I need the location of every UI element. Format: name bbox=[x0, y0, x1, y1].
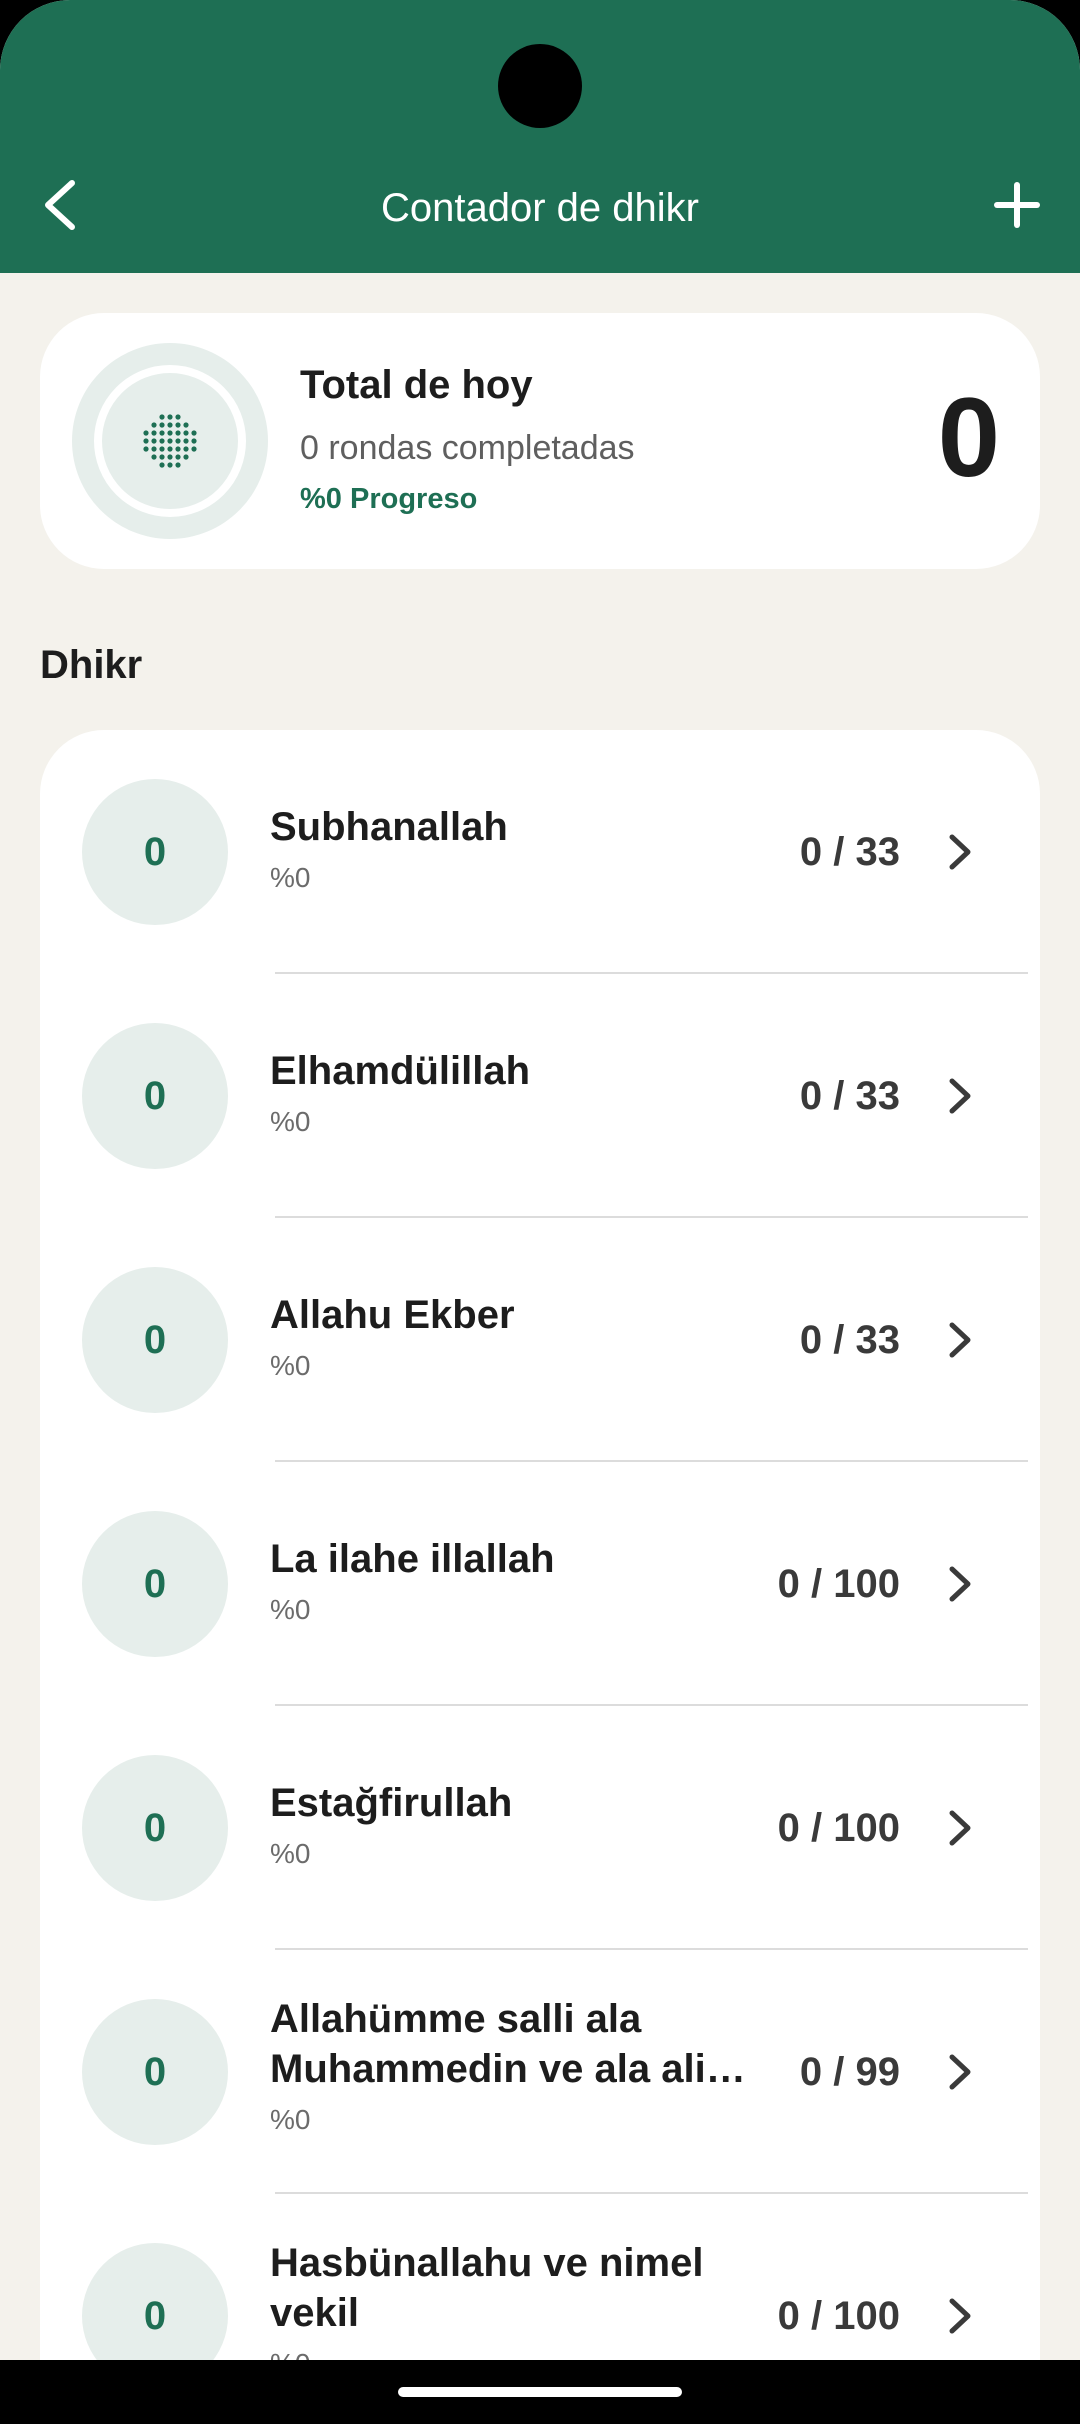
chevron-right-icon bbox=[940, 1564, 980, 1604]
section-label: Dhikr bbox=[40, 643, 143, 687]
row-text: Elhamdülillah %0 bbox=[270, 1046, 790, 1140]
count-badge: 0 bbox=[82, 1999, 228, 2145]
dhikr-percent: %0 bbox=[270, 1594, 311, 1625]
dhikr-percent: %0 bbox=[270, 1838, 311, 1869]
plus-icon bbox=[994, 182, 1040, 228]
dhikr-progress: 0 / 100 bbox=[777, 1562, 900, 1606]
dhikr-row[interactable]: 0 Subhanallah %0 0 / 33 bbox=[40, 730, 1040, 974]
back-button[interactable] bbox=[30, 170, 90, 240]
add-dhikr-button[interactable] bbox=[985, 170, 1049, 240]
summary-progress: %0 Progreso bbox=[300, 483, 478, 515]
progress-ring bbox=[72, 343, 268, 539]
home-indicator[interactable] bbox=[398, 2387, 682, 2397]
dhikr-name: Subhanallah bbox=[270, 805, 508, 849]
page-title: Contador de dhikr bbox=[381, 186, 699, 230]
count-badge: 0 bbox=[82, 1267, 228, 1413]
row-text: La ilahe illallah %0 bbox=[270, 1534, 790, 1628]
dhikr-percent: %0 bbox=[270, 2104, 311, 2135]
row-text: Hasbünallahu ve nimel vekil %0 bbox=[270, 2238, 790, 2360]
row-text: Subhanallah %0 bbox=[270, 802, 790, 896]
chevron-right-icon bbox=[940, 1808, 980, 1848]
summary-rounds: 0 rondas completadas bbox=[300, 429, 635, 467]
dhikr-name: Estağfirullah bbox=[270, 1781, 513, 1825]
dhikr-name: Hasbünallahu ve nimel vekil bbox=[270, 2241, 704, 2335]
dhikr-progress: 0 / 33 bbox=[799, 1074, 900, 1118]
dhikr-percent: %0 bbox=[270, 2346, 790, 2360]
dhikr-progress: 0 / 33 bbox=[799, 1318, 900, 1362]
screen: Contador de dhikr Total de hoy 0 rondas … bbox=[0, 0, 1080, 2360]
camera-cutout bbox=[498, 44, 582, 128]
chevron-right-icon bbox=[940, 1320, 980, 1360]
dhikr-row[interactable]: 0 Allahu Ekber %0 0 / 33 bbox=[40, 1218, 1040, 1462]
summary-total: 0 bbox=[937, 375, 1000, 500]
row-text: Allahümme salli ala Muhammedin ve ala al… bbox=[270, 1994, 790, 2138]
count-badge: 0 bbox=[82, 779, 228, 925]
dhikr-name: Elhamdülillah bbox=[270, 1049, 531, 1093]
app-bar: Contador de dhikr bbox=[0, 0, 1080, 273]
row-text: Estağfirullah %0 bbox=[270, 1778, 790, 1872]
dhikr-row[interactable]: 0 Hasbünallahu ve nimel vekil %0 0 / 100 bbox=[40, 2194, 1040, 2360]
row-text: Allahu Ekber %0 bbox=[270, 1290, 790, 1384]
dhikr-percent: %0 bbox=[270, 1106, 311, 1137]
chevron-right-icon bbox=[940, 832, 980, 872]
count-badge: 0 bbox=[82, 1023, 228, 1169]
chevron-right-icon bbox=[940, 1076, 980, 1116]
dhikr-name: Allahümme salli ala Muhammedin ve ala al… bbox=[270, 1997, 706, 2091]
summary-title: Total de hoy bbox=[300, 363, 533, 407]
count-badge: 0 bbox=[82, 1755, 228, 1901]
dhikr-progress: 0 / 100 bbox=[777, 2294, 900, 2338]
dhikr-name: Allahu Ekber bbox=[270, 1293, 515, 1337]
dhikr-row[interactable]: 0 La ilahe illallah %0 0 / 100 bbox=[40, 1462, 1040, 1706]
dhikr-percent: %0 bbox=[270, 862, 311, 893]
dhikr-list: 0 Subhanallah %0 0 / 33 0 Elhamdülillah … bbox=[40, 730, 1040, 2360]
ring-inner bbox=[94, 365, 246, 517]
chevron-left-icon bbox=[45, 180, 75, 230]
dhikr-row[interactable]: 0 Allahümme salli ala Muhammedin ve ala … bbox=[40, 1950, 1040, 2194]
dotted-beads-icon bbox=[143, 414, 197, 468]
today-summary-card: Total de hoy 0 rondas completadas %0 Pro… bbox=[40, 313, 1040, 569]
dhikr-progress: 0 / 100 bbox=[777, 1806, 900, 1850]
count-badge: 0 bbox=[82, 2243, 228, 2360]
dhikr-row[interactable]: 0 Estağfirullah %0 0 / 100 bbox=[40, 1706, 1040, 1950]
dhikr-progress: 0 / 33 bbox=[799, 830, 900, 874]
dhikr-name: La ilahe illallah bbox=[270, 1537, 555, 1581]
dhikr-percent: %0 bbox=[270, 1350, 311, 1381]
dhikr-progress: 0 / 99 bbox=[799, 2050, 900, 2094]
count-badge: 0 bbox=[82, 1511, 228, 1657]
chevron-right-icon bbox=[940, 2052, 980, 2092]
dhikr-row[interactable]: 0 Elhamdülillah %0 0 / 33 bbox=[40, 974, 1040, 1218]
chevron-right-icon bbox=[940, 2296, 980, 2336]
